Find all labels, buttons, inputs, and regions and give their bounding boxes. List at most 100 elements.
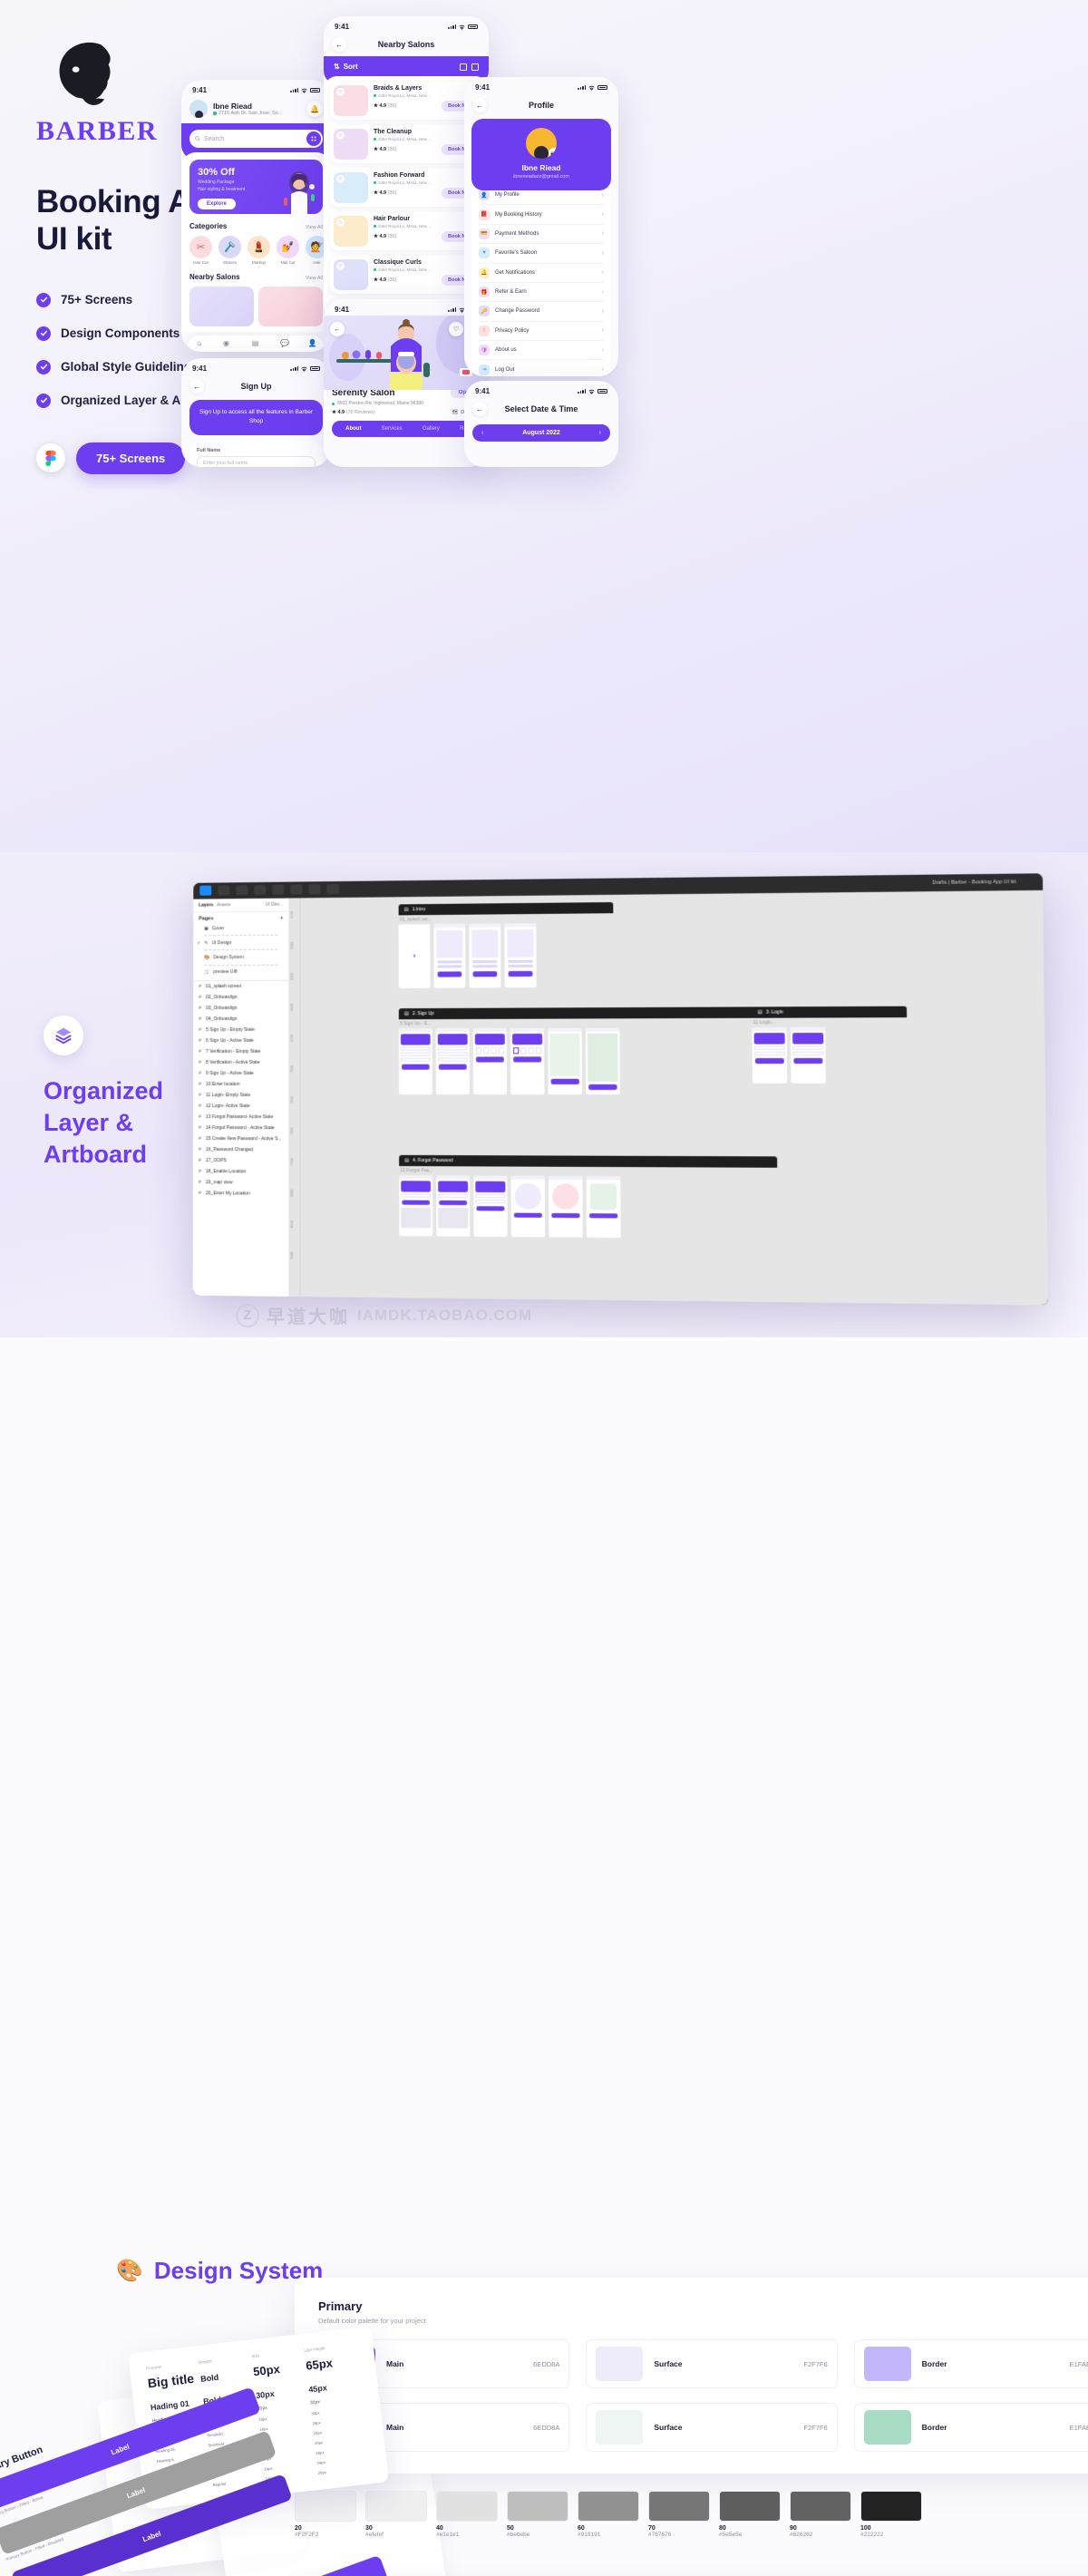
explore-button[interactable]: Explore: [198, 199, 237, 209]
avatar[interactable]: 📷: [526, 128, 557, 159]
grey-swatch[interactable]: 70 #767676: [648, 2491, 710, 2538]
frame-create-password[interactable]: [473, 1175, 508, 1238]
frame-signup[interactable]: [398, 1028, 432, 1095]
tab-booking[interactable]: ▤Booking: [248, 339, 262, 352]
comment-tool-icon[interactable]: [326, 884, 339, 895]
frame-verification[interactable]: [472, 1028, 508, 1095]
move-tool-icon[interactable]: [218, 885, 230, 896]
menu-item-about-us[interactable]: 🛡 About us ›: [479, 341, 604, 361]
category-item[interactable]: 💄 Markup: [248, 236, 270, 265]
view-toggle[interactable]: [460, 63, 479, 71]
favorite-icon[interactable]: ♡: [336, 88, 345, 96]
figma-canvas[interactable]: 5750 6000 6250 6500 6750 7000 7250 7500 …: [288, 889, 1048, 1306]
tab-home[interactable]: ⌂Home: [194, 339, 205, 352]
notification-bell-icon[interactable]: 🔔: [306, 101, 323, 117]
month-selector[interactable]: ‹ August 2022 ›: [472, 424, 610, 442]
canvas-group-intro[interactable]: ▤ 1.Intro 01_splash scr... B: [398, 902, 614, 989]
frame-login-active[interactable]: [790, 1027, 826, 1084]
grey-swatch[interactable]: 40 #e1e1e1: [436, 2491, 498, 2538]
shape-tool-icon[interactable]: [254, 884, 267, 896]
layer-item[interactable]: #01_splash screen: [193, 980, 288, 992]
frame-password-changed[interactable]: [510, 1176, 546, 1238]
layer-item[interactable]: #6 Sign Up - Active State: [193, 1035, 288, 1046]
layer-item[interactable]: #12 Login- Active State: [193, 1101, 288, 1112]
layer-item[interactable]: #16_Password Changed: [193, 1144, 288, 1155]
canvas-group-login[interactable]: ▤ 3. Login 11 Login...: [752, 1006, 908, 1084]
chevron-down-icon[interactable]: [1023, 876, 1035, 887]
swatch-card[interactable]: Surface F2F7F6: [586, 2339, 838, 2388]
back-button[interactable]: ←: [332, 37, 346, 52]
grey-swatch[interactable]: 80 #5e5e5e: [719, 2491, 781, 2538]
menu-item-privacy-policy[interactable]: ! Privacy Policy ›: [479, 322, 604, 341]
grey-swatch[interactable]: 50 #bebebe: [507, 2491, 568, 2538]
layer-item[interactable]: #8 Verification - Active State: [193, 1057, 288, 1068]
search-input[interactable]: Search: [189, 130, 323, 148]
table-row[interactable]: ♡ Braids & Layers5 km 2464 Royal Ln. Mes…: [330, 82, 482, 120]
frame-login-empty[interactable]: [752, 1027, 788, 1084]
layer-item[interactable]: #02_Onboardign: [193, 991, 288, 1003]
frame-enable-location[interactable]: [586, 1176, 621, 1239]
frame-verification-active[interactable]: [510, 1028, 545, 1095]
sort-button[interactable]: ⇅ Sort: [334, 63, 358, 71]
favorite-icon[interactable]: ♡: [336, 219, 345, 227]
salon-card[interactable]: [189, 287, 254, 326]
prev-month-icon[interactable]: ‹: [481, 430, 483, 436]
tab-message[interactable]: 💬Message: [277, 339, 293, 352]
fullname-input[interactable]: Enter your full name: [197, 455, 316, 467]
frame-map[interactable]: [585, 1027, 620, 1095]
table-row[interactable]: ♡ The Cleanup5 km 2464 Royal Ln. Mesa, N…: [330, 125, 482, 163]
canvas-group-forgot-password[interactable]: ▤ 4. Forgot Password 13 Forgot Pas...: [399, 1154, 778, 1239]
grey-swatch[interactable]: 60 #919191: [578, 2491, 639, 2538]
page-item-ui-design[interactable]: ✓ ✎ UI Design: [193, 938, 288, 948]
layer-item[interactable]: #9 Sign Up - Active State: [193, 1068, 288, 1079]
filter-button[interactable]: [306, 131, 321, 146]
back-button[interactable]: ←: [472, 402, 487, 416]
layer-item[interactable]: #20_Enter My Location: [193, 1188, 288, 1200]
menu-item-favorites[interactable]: ♥ Favorite's Saloon ›: [479, 244, 604, 264]
back-button[interactable]: ←: [472, 98, 487, 112]
menu-item-booking-history[interactable]: 📕 My Booking History ›: [479, 205, 604, 225]
layer-item[interactable]: #11 Login- Empty State: [193, 1090, 288, 1101]
grey-swatch[interactable]: 30 #efefef: [365, 2491, 427, 2538]
swatch-card[interactable]: Border E1FAEB: [853, 2403, 1088, 2452]
frame-oops[interactable]: [548, 1176, 583, 1239]
favorite-icon[interactable]: ♡: [336, 175, 345, 183]
grey-swatch[interactable]: 90 #626262: [790, 2491, 851, 2538]
tab-profile[interactable]: 👤Profile: [307, 339, 319, 352]
menu-item-refer-earn[interactable]: 🎁 Refer & Earn ›: [479, 283, 604, 303]
favorite-icon[interactable]: ♡: [336, 262, 345, 270]
menu-item-notifications[interactable]: 🔔 Get Notifications ›: [479, 264, 604, 283]
tab-location[interactable]: ◉Location: [219, 339, 234, 352]
hand-tool-icon[interactable]: [308, 884, 321, 895]
layer-item[interactable]: #19_map view: [193, 1177, 288, 1189]
promo-banner[interactable]: 30% Off Wedding Package Hair-styling & tr…: [189, 160, 323, 214]
canvas-group-signup[interactable]: ▤ 2. Sign Up 5 Sign Up - E...: [398, 1006, 777, 1095]
pen-tool-icon[interactable]: [272, 884, 285, 895]
back-button[interactable]: ←: [189, 379, 204, 394]
frame-enter-location[interactable]: [548, 1028, 583, 1095]
table-row[interactable]: ♡ Hair Parlour5 km 2464 Royal Ln. Mesa, …: [330, 212, 482, 250]
layer-item[interactable]: #10 Enter location: [193, 1079, 288, 1090]
salon-card[interactable]: [258, 287, 323, 326]
favorite-icon[interactable]: ♡: [336, 131, 345, 140]
avatar[interactable]: [189, 100, 208, 118]
frame-splash[interactable]: B: [398, 924, 431, 989]
frame-forgot-1[interactable]: [399, 1175, 433, 1237]
layer-item[interactable]: #18_Enable Location: [193, 1166, 288, 1178]
layer-item[interactable]: #14 Forgot Password - Active State: [193, 1123, 288, 1133]
camera-icon[interactable]: 📷: [549, 148, 557, 159]
categories-view-all[interactable]: View All: [306, 225, 323, 230]
page-item-preview-ui8[interactable]: 🛒 preview UI8: [193, 967, 288, 977]
frame-signup-active[interactable]: [435, 1028, 470, 1095]
page-item-design-system[interactable]: 🎨 Design System: [193, 952, 288, 963]
category-item[interactable]: 💅 Nail Cut: [277, 236, 299, 265]
menu-item-change-password[interactable]: 🔑 Change Password ›: [479, 302, 604, 322]
layer-item[interactable]: #15 Create New Password - Active S...: [193, 1133, 288, 1144]
tab-layers[interactable]: Layers: [199, 902, 213, 908]
tab-assets[interactable]: Assets: [217, 902, 230, 908]
layer-item[interactable]: #04_Onboardign: [193, 1013, 288, 1024]
tab-services[interactable]: Services: [382, 426, 403, 432]
add-page-button[interactable]: +: [280, 916, 283, 921]
table-row[interactable]: ♡ Classique Curls5 km 2464 Royal Ln. Mes…: [330, 256, 482, 294]
screens-count-button[interactable]: 75+ Screens: [76, 442, 186, 474]
